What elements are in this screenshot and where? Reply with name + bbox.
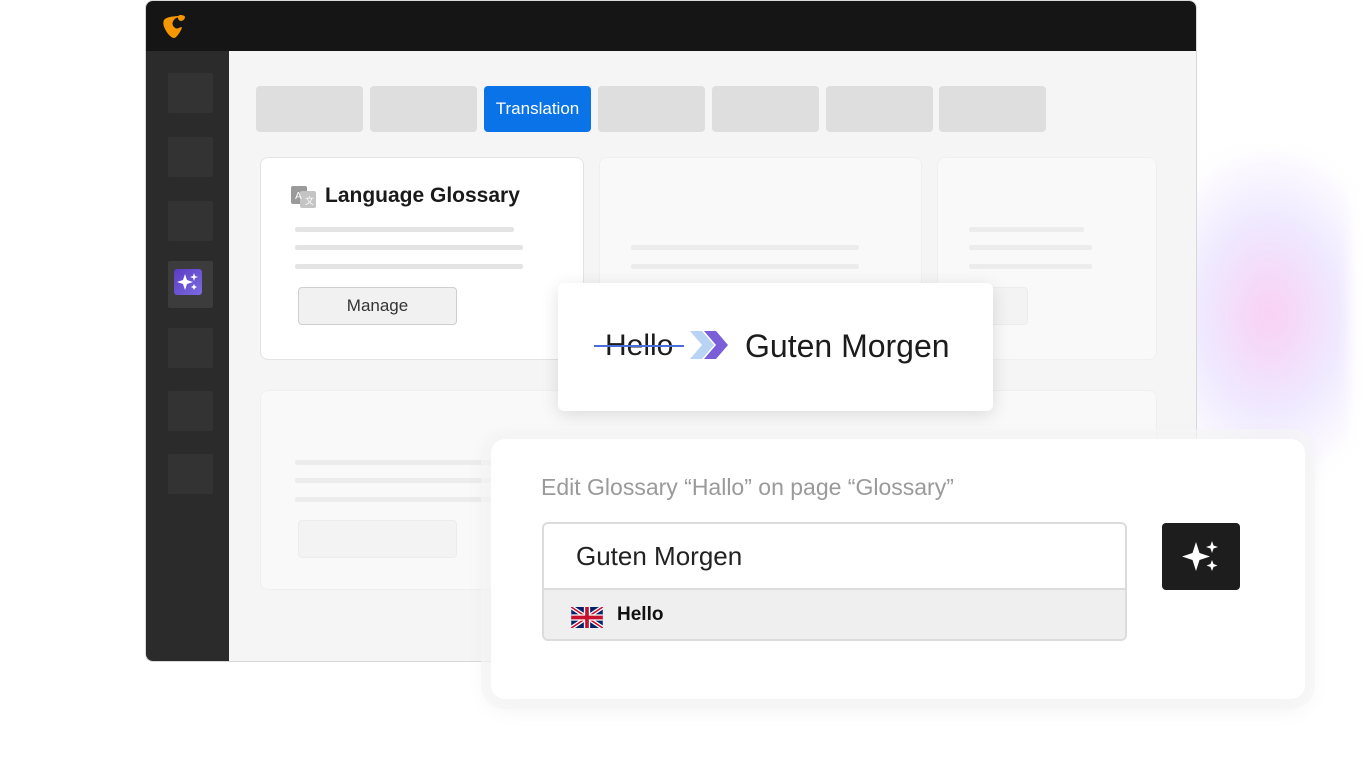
placeholder-line [631, 245, 859, 250]
strikethrough-line [594, 345, 684, 347]
placeholder-line [631, 264, 859, 269]
sidebar-item[interactable] [168, 328, 213, 368]
uk-flag-icon [571, 607, 603, 628]
placeholder-line [969, 264, 1092, 269]
manage-button[interactable]: Manage [298, 287, 457, 325]
svg-text:文: 文 [305, 195, 314, 207]
source-value: Hello [617, 604, 664, 625]
tab[interactable] [598, 86, 705, 132]
tab[interactable] [939, 86, 1046, 132]
placeholder-line [295, 478, 523, 483]
tab[interactable] [712, 86, 819, 132]
glossary-card-title: Language Glossary [325, 184, 520, 207]
edit-glossary-title: Edit Glossary “Hallo” on page “Glossary” [541, 474, 954, 500]
glossary-card: A 文 Language Glossary Manage [260, 157, 584, 360]
sparkles-icon [174, 269, 202, 295]
placeholder-line [295, 245, 523, 250]
typo3-logo-icon[interactable] [160, 13, 188, 39]
tab[interactable] [826, 86, 933, 132]
stage: Translation A 文 Language Glossary Manage [0, 0, 1369, 762]
svg-text:A: A [295, 191, 302, 202]
source-language-row: Hello [542, 590, 1127, 641]
placeholder-line [969, 245, 1092, 250]
sidebar-item[interactable] [168, 454, 213, 494]
tab-translation[interactable]: Translation [484, 86, 591, 132]
placeholder-line [295, 264, 523, 269]
ai-translate-button[interactable] [1162, 523, 1240, 590]
placeholder-line [295, 497, 523, 502]
placeholder-button [298, 520, 457, 558]
sidebar-item[interactable] [168, 73, 213, 113]
tab[interactable] [256, 86, 363, 132]
module-sidebar [146, 51, 229, 661]
translation-input[interactable]: Guten Morgen [542, 522, 1127, 590]
sidebar-item-ai[interactable] [168, 261, 213, 308]
tab[interactable] [370, 86, 477, 132]
double-chevron-right-icon [690, 331, 728, 359]
top-bar [146, 1, 1196, 51]
placeholder-line [969, 227, 1084, 232]
edit-glossary-panel: Edit Glossary “Hallo” on page “Glossary”… [491, 439, 1305, 699]
placeholder-line [295, 227, 514, 232]
sidebar-item[interactable] [168, 201, 213, 241]
translation-preview-card: Hello Guten Morgen [558, 283, 993, 411]
sidebar-item[interactable] [168, 391, 213, 431]
target-word: Guten Morgen [745, 328, 950, 364]
placeholder-line [295, 460, 523, 465]
translate-icon: A 文 [291, 186, 316, 208]
sparkles-icon [1182, 540, 1218, 571]
sidebar-item[interactable] [168, 137, 213, 177]
